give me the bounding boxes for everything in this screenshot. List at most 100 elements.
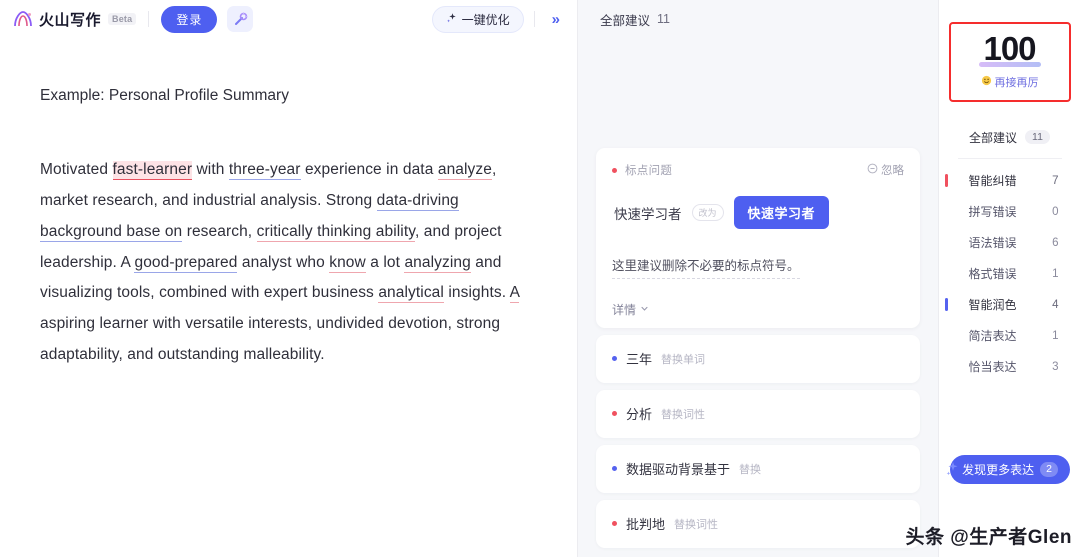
document-paragraph[interactable]: Motivated fast-learner with three-year e… — [40, 155, 537, 371]
details-toggle[interactable]: 详情 — [612, 301, 904, 318]
sidebar-item-all-suggestions[interactable]: 全部建议 11 — [939, 122, 1080, 152]
suggestion-description: 这里建议删除不必要的标点符号。 — [612, 257, 800, 279]
sidebar-item-count: 6 — [1052, 236, 1059, 249]
inline-suggestion-19[interactable]: A — [509, 284, 520, 304]
sidebar-item-拼写错误[interactable]: 拼写错误 0 — [939, 196, 1080, 227]
score-value: 100 — [983, 30, 1036, 67]
list-item-tag: 替换词性 — [661, 408, 706, 421]
chevron-down-icon — [640, 302, 649, 316]
inline-suggestion-15[interactable]: analyzing — [404, 253, 471, 273]
volcano-logo-icon — [12, 9, 34, 29]
list-item-tag: 替换 — [739, 463, 762, 476]
suggestion-items-container: 三年 替换单词 分析 替换词性 数据驱动背景基于 替换 批判地 替换词性 — [596, 334, 920, 548]
login-button[interactable]: 登录 — [161, 5, 218, 33]
sidebar-item-label: 拼写错误 — [968, 205, 1017, 219]
suggestion-card[interactable]: 标点问题 忽略 快速学习者 改为 快速学习者 这里建议删除不必要的标点符号。 详… — [596, 148, 920, 328]
severity-dot-icon — [612, 411, 617, 417]
suggestions-header: 全部建议 11 — [578, 0, 938, 38]
sidebar-item-格式错误[interactable]: 格式错误 1 — [939, 258, 1080, 289]
original-word: 快速学习者 — [614, 206, 682, 222]
list-item[interactable]: 批判地 替换词性 — [596, 499, 920, 548]
editor-pane: 火山写作 Beta 登录 一键优化 » Example: Personal Pr… — [0, 0, 578, 557]
toolbar-divider-2 — [533, 11, 535, 27]
toolbar-divider — [148, 11, 150, 27]
sidebar-groups-container: 智能纠错 7 拼写错误 0 语法错误 6 格式错误 1 智能润色 4 简洁表达 1 恰当表达 3 — [939, 165, 1080, 382]
sidebar-item-语法错误[interactable]: 语法错误 6 — [939, 227, 1080, 258]
severity-dot-icon — [612, 466, 617, 472]
ignore-label: 忽略 — [881, 165, 904, 177]
magic-wand-icon[interactable] — [227, 6, 254, 32]
sparkle-icon — [446, 12, 458, 27]
one-click-optimize-button[interactable]: 一键优化 — [431, 5, 524, 33]
discover-more-button[interactable]: 发现更多表达 2 — [946, 455, 1070, 484]
sidebar-item-简洁表达[interactable]: 简洁表达 1 — [939, 320, 1080, 351]
inline-suggestion-3[interactable]: three-year — [228, 161, 301, 181]
inline-suggestion-9[interactable]: critically thinking ability — [256, 222, 415, 242]
group-accent-bar — [944, 298, 948, 311]
score-underline-decoration — [978, 62, 1041, 67]
inline-suggestion-5[interactable]: analyze — [437, 161, 492, 181]
suggestions-header-count: 11 — [657, 12, 670, 26]
sidebar-group-智能润色[interactable]: 智能润色 4 — [939, 289, 1080, 320]
sidebar-item-label: 简洁表达 — [968, 329, 1017, 343]
sparkle-accent-icon — [946, 461, 960, 477]
suggestion-card-header: 标点问题 忽略 — [612, 162, 904, 178]
collapse-panel-icon[interactable]: » — [545, 9, 567, 30]
suggestions-pane: 全部建议 11 标点问题 忽略 快速学习者 改为 快速学习者 这里建议删除不必要… — [578, 0, 938, 557]
score-caption: 再接再厉 — [981, 74, 1039, 90]
emoji-smile-icon — [981, 75, 992, 89]
severity-dot-icon — [612, 356, 617, 362]
sidebar-item-count: 3 — [1052, 360, 1059, 373]
list-item-word: 数据驱动背景基于 — [626, 462, 731, 478]
list-item-tag: 替换词性 — [674, 518, 719, 531]
watermark: 头条 @生产者Glen — [905, 527, 1072, 548]
details-label: 详情 — [612, 302, 637, 317]
inline-suggestion-13[interactable]: know — [329, 253, 366, 273]
list-item-tag: 替换单词 — [661, 353, 706, 366]
discover-count: 2 — [1040, 462, 1058, 477]
discover-label: 发现更多表达 — [962, 463, 1035, 477]
list-item[interactable]: 三年 替换单词 — [596, 334, 920, 383]
sidebar-divider — [957, 158, 1062, 159]
inline-suggestion-1[interactable]: fast-learner — [112, 161, 193, 181]
optimize-label: 一键优化 — [461, 12, 510, 27]
sidebar-item-label: 格式错误 — [968, 267, 1017, 281]
apply-replacement-button[interactable]: 快速学习者 — [733, 196, 830, 229]
inline-suggestion-11[interactable]: good-prepared — [134, 253, 238, 273]
suggestions-header-label: 全部建议 — [600, 13, 651, 28]
suggestion-type-label: 标点问题 — [625, 165, 673, 177]
toolbar-right-group: 一键优化 » — [431, 5, 567, 33]
brand-logo: 火山写作 Beta — [12, 9, 137, 30]
document-title: Example: Personal Profile Summary — [40, 87, 289, 104]
inline-suggestion-17[interactable]: analytical — [378, 284, 444, 304]
ignore-button[interactable]: 忽略 — [867, 162, 904, 178]
sidebar-all-count: 11 — [1025, 130, 1050, 144]
top-toolbar: 火山写作 Beta 登录 一键优化 » — [0, 0, 577, 38]
circle-minus-icon — [867, 163, 878, 177]
sidebar-group-智能纠错[interactable]: 智能纠错 7 — [939, 165, 1080, 196]
severity-dot-icon — [612, 167, 617, 173]
list-item[interactable]: 数据驱动背景基于 替换 — [596, 444, 920, 493]
score-label-text: 再接再厉 — [994, 77, 1039, 89]
list-item-word: 分析 — [626, 407, 653, 423]
document-body[interactable]: Example: Personal Profile Summary Motiva… — [0, 38, 577, 557]
sidebar-item-count: 1 — [1052, 267, 1059, 280]
replacement-row: 快速学习者 改为 快速学习者 — [614, 196, 904, 229]
score-card: 100 再接再厉 — [948, 22, 1071, 102]
beta-badge: Beta — [108, 13, 137, 25]
app-root: 火山写作 Beta 登录 一键优化 » Example: Personal Pr… — [0, 0, 1080, 557]
sidebar-all-label: 全部建议 — [969, 130, 1018, 145]
list-item[interactable]: 分析 替换词性 — [596, 389, 920, 438]
group-count: 7 — [1052, 174, 1059, 187]
sidebar-item-label: 语法错误 — [968, 236, 1017, 250]
suggestion-description-wrap: 这里建议删除不必要的标点符号。 — [612, 235, 904, 279]
group-accent-bar — [944, 174, 948, 187]
sidebar-item-恰当表达[interactable]: 恰当表达 3 — [939, 351, 1080, 382]
group-label: 智能纠错 — [968, 174, 1017, 188]
sidebar-item-label: 恰当表达 — [968, 360, 1017, 374]
suggestions-list[interactable]: 标点问题 忽略 快速学习者 改为 快速学习者 这里建议删除不必要的标点符号。 详… — [578, 38, 938, 557]
sidebar-item-count: 1 — [1052, 329, 1059, 342]
score-sidebar: 100 再接再厉 全部建议 11 智能纠错 7 拼写错误 0 语法错误 6 格式错误 1 智能润… — [938, 0, 1080, 557]
group-label: 智能润色 — [968, 298, 1017, 312]
brand-name: 火山写作 — [39, 11, 102, 29]
